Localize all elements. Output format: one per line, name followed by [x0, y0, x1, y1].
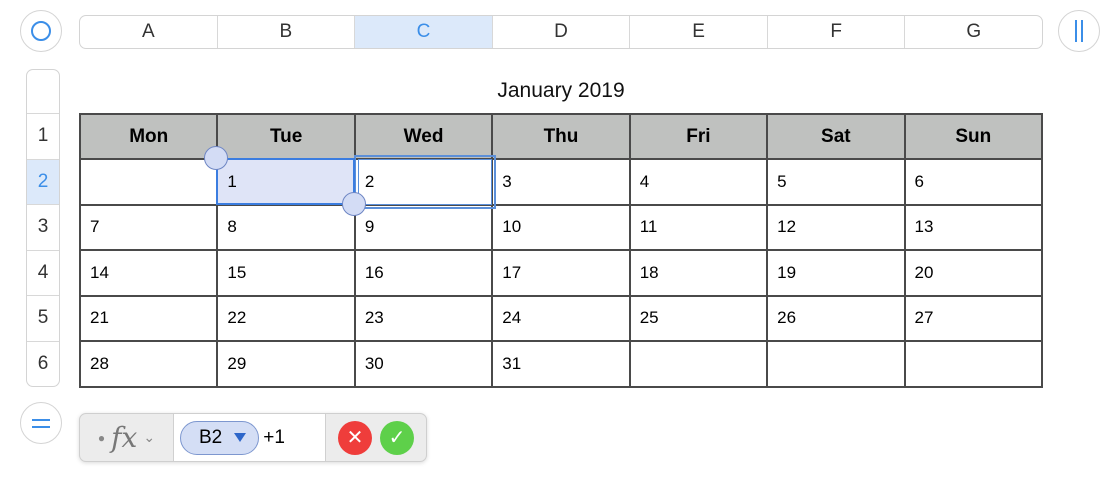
week-row: 21 22 23 24 25 26 27 [78, 294, 1044, 342]
day-cell[interactable]: 17 [491, 249, 631, 297]
weekday-header-cell[interactable]: Mon [78, 113, 219, 160]
day-cell[interactable]: 22 [216, 294, 356, 342]
formula-text: +1 [263, 426, 285, 448]
table-select-handle[interactable] [20, 10, 62, 52]
chevron-down-icon: ⌄ [143, 429, 156, 445]
triangle-down-icon[interactable] [234, 433, 247, 442]
week-row: 7 8 9 10 11 12 13 [78, 203, 1044, 251]
add-column-handle[interactable] [1058, 10, 1100, 52]
weekday-header-cell[interactable]: Sun [903, 113, 1044, 160]
cancel-button[interactable]: ✕ [338, 420, 372, 455]
row-header-3[interactable]: 3 [27, 205, 59, 251]
day-cell[interactable]: 10 [491, 203, 631, 251]
confirm-button[interactable]: ✓ [380, 420, 414, 455]
column-header-b[interactable]: B [218, 16, 356, 48]
column-header-d[interactable]: D [493, 16, 631, 48]
selection-handle-top-left[interactable] [204, 146, 228, 170]
bullet-icon: ● [97, 430, 106, 445]
function-menu-button[interactable]: ● fx ⌄ [80, 414, 174, 461]
day-cell[interactable]: 2 [353, 158, 494, 206]
week-row: 14 15 16 17 18 19 20 [78, 249, 1044, 297]
cell-reference-token[interactable]: B2 [180, 420, 260, 455]
day-cell[interactable]: 11 [628, 203, 769, 251]
day-cell[interactable]: 7 [78, 203, 219, 251]
day-cell[interactable]: 13 [903, 203, 1044, 251]
row-header-4[interactable]: 4 [27, 251, 59, 296]
day-cell[interactable]: 21 [78, 294, 219, 342]
row-header-6[interactable]: 6 [27, 342, 59, 387]
day-cell[interactable]: 25 [628, 294, 769, 342]
day-cell[interactable] [78, 158, 219, 206]
column-header-e[interactable]: E [630, 16, 768, 48]
day-cell[interactable]: 24 [491, 294, 631, 342]
day-cell[interactable]: 23 [353, 294, 494, 342]
add-row-handle[interactable] [20, 402, 62, 444]
circle-icon [31, 21, 51, 41]
day-cell[interactable]: 8 [216, 203, 356, 251]
day-cell[interactable]: 29 [216, 340, 356, 388]
column-header-bar: A B C D E F G [79, 15, 1043, 49]
day-cell-selected[interactable]: 1 [216, 158, 356, 206]
x-icon: ✕ [346, 427, 364, 449]
day-cell[interactable]: 15 [216, 249, 356, 297]
day-cell[interactable]: 5 [766, 158, 906, 206]
day-cell[interactable]: 28 [78, 340, 219, 388]
weekday-header-cell[interactable]: Fri [628, 113, 769, 160]
day-cell[interactable]: 30 [353, 340, 494, 388]
weekday-header-cell[interactable]: Tue [216, 113, 356, 160]
checkmark-icon: ✓ [388, 427, 406, 449]
row-header-2[interactable]: 2 [27, 159, 59, 205]
day-cell[interactable]: 27 [903, 294, 1044, 342]
column-header-g[interactable]: G [905, 16, 1042, 48]
day-cell[interactable]: 3 [491, 158, 631, 206]
day-cell[interactable]: 4 [628, 158, 769, 206]
week-row: 28 29 30 31 [78, 340, 1044, 388]
formula-input[interactable]: B2 +1 [174, 414, 326, 461]
column-header-c[interactable]: C [355, 16, 493, 48]
cell-reference-label: B2 [199, 426, 223, 448]
weekday-header-cell[interactable]: Thu [491, 113, 631, 160]
fx-label: fx [111, 421, 138, 454]
weekday-header-cell[interactable]: Sat [766, 113, 906, 160]
day-cell[interactable]: 12 [766, 203, 906, 251]
selection-handle-bottom-right[interactable] [342, 192, 366, 216]
row-header-title-row[interactable] [27, 70, 59, 114]
day-cell[interactable]: 31 [491, 340, 631, 388]
day-cell[interactable]: 16 [353, 249, 494, 297]
row-header-1[interactable]: 1 [27, 114, 59, 160]
day-cell[interactable] [903, 340, 1044, 388]
equals-icon [32, 418, 50, 428]
column-header-f[interactable]: F [768, 16, 906, 48]
row-header-5[interactable]: 5 [27, 296, 59, 342]
row-header-bar: 1 2 3 4 5 6 [26, 69, 60, 387]
day-cell[interactable]: 20 [903, 249, 1044, 297]
day-cell[interactable]: 9 [353, 203, 494, 251]
formula-actions: ✕ ✓ [326, 420, 426, 455]
day-cell[interactable]: 18 [628, 249, 769, 297]
pause-bars-icon [1075, 20, 1083, 42]
day-cell[interactable]: 6 [903, 158, 1044, 206]
day-cell[interactable]: 19 [766, 249, 906, 297]
formula-editor: ● fx ⌄ B2 +1 ✕ ✓ [79, 413, 427, 462]
day-cell[interactable]: 14 [78, 249, 219, 297]
calendar-title[interactable]: January 2019 [79, 79, 1043, 103]
column-header-a[interactable]: A [80, 16, 218, 48]
day-cell[interactable] [766, 340, 906, 388]
day-cell[interactable]: 26 [766, 294, 906, 342]
weekday-header-cell[interactable]: Wed [353, 113, 494, 160]
day-cell[interactable] [628, 340, 769, 388]
